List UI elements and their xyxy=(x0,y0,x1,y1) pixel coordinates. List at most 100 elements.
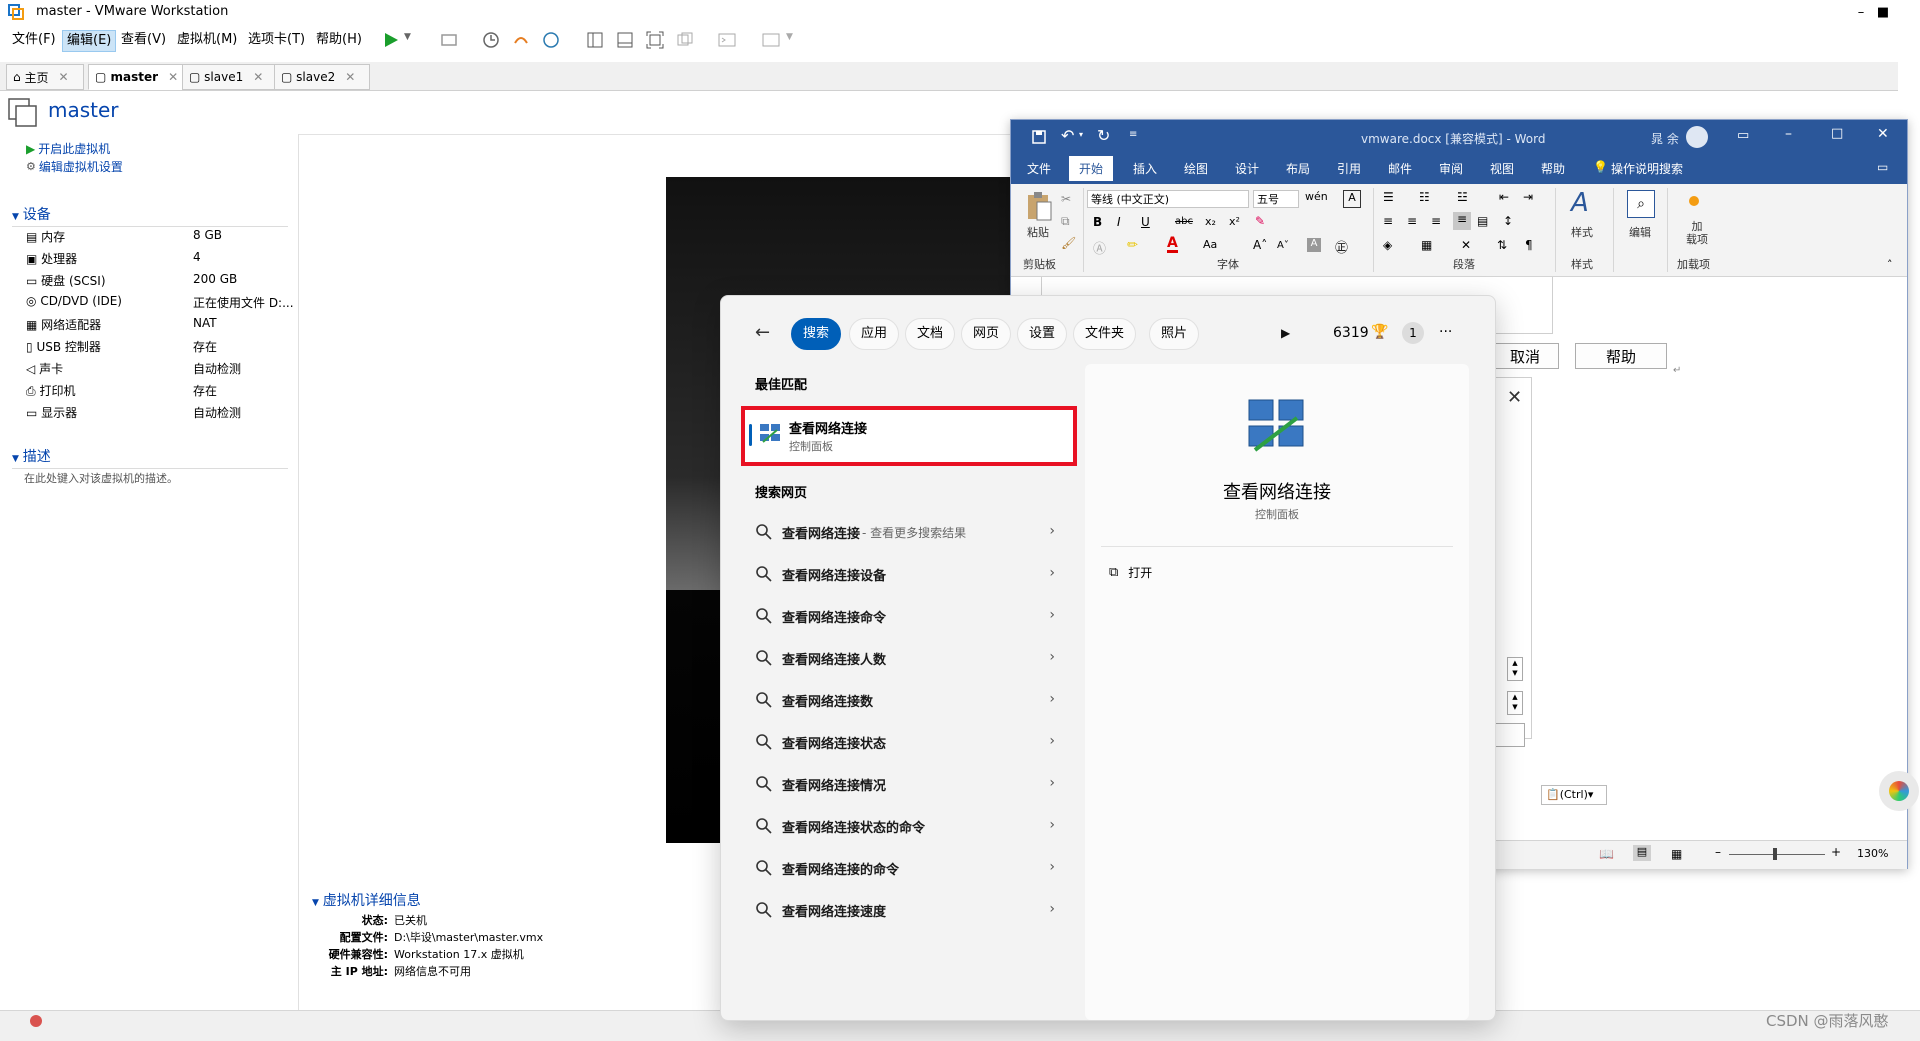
align-right-icon[interactable]: ≡ xyxy=(1431,214,1441,228)
save-icon[interactable] xyxy=(1031,129,1047,145)
user-name[interactable]: 晁 余 xyxy=(1651,130,1679,147)
filter-apps[interactable]: 应用 xyxy=(849,318,900,350)
zoom-slider-thumb[interactable] xyxy=(1773,848,1777,860)
numbering-icon[interactable]: ☷ xyxy=(1419,190,1430,204)
send-keys-icon[interactable] xyxy=(440,32,458,48)
avatar[interactable] xyxy=(1686,126,1708,148)
power-on-vm-link[interactable]: ▶ 开启此虚拟机 xyxy=(26,140,110,157)
addins-label[interactable]: 加 载项 xyxy=(1685,220,1709,246)
sort-icon[interactable]: ⇅ xyxy=(1497,238,1507,252)
filter-photos[interactable]: 照片 xyxy=(1149,318,1200,350)
shrink-font-icon[interactable]: A˅ xyxy=(1277,240,1289,251)
tab-slave2[interactable]: ▢ slave2 ✕ xyxy=(274,64,370,90)
tab-close-icon[interactable]: ✕ xyxy=(168,70,178,84)
web-result-item[interactable]: 查看网络连接情况 › xyxy=(743,764,1067,804)
editing-label[interactable]: 编辑 xyxy=(1629,224,1651,240)
borders-icon[interactable]: ▦ xyxy=(1421,238,1432,252)
revert-snapshot-icon[interactable] xyxy=(512,31,530,49)
library-view-icon[interactable] xyxy=(586,31,604,49)
tell-me-search[interactable]: 操作说明搜索 xyxy=(1611,160,1683,177)
tab-master[interactable]: ▢ master ✕ xyxy=(88,64,188,90)
format-painter-icon[interactable]: 🖌 xyxy=(1061,236,1076,250)
help-button[interactable]: 帮助 xyxy=(1575,343,1667,369)
tab-help[interactable]: 帮助 xyxy=(1541,160,1565,177)
snapshot-icon[interactable] xyxy=(482,31,500,49)
increase-indent-icon[interactable]: ⇥ xyxy=(1523,190,1533,204)
menu-file[interactable]: 文件(F) xyxy=(8,30,60,50)
styles-label[interactable]: 样式 xyxy=(1571,224,1593,240)
addin-icon[interactable] xyxy=(1689,196,1699,206)
styles-icon[interactable]: A xyxy=(1571,188,1589,218)
font-color-icon[interactable]: A xyxy=(1167,236,1178,253)
tab-close-icon[interactable]: ✕ xyxy=(345,70,355,84)
grow-font-icon[interactable]: A˄ xyxy=(1253,238,1267,252)
cancel-button[interactable]: 取消 xyxy=(1491,343,1559,369)
tab-file[interactable]: 文件 xyxy=(1027,160,1051,177)
font-name-select[interactable]: 等线 (中文正文) xyxy=(1087,190,1249,208)
enclosed-char-icon[interactable]: ㊣ xyxy=(1335,237,1348,256)
tab-design[interactable]: 设计 xyxy=(1235,160,1259,177)
distributed-icon[interactable]: ▤ xyxy=(1477,214,1488,228)
device-display[interactable]: ▭ 显示器 xyxy=(26,404,77,421)
underline-button[interactable]: U xyxy=(1141,215,1150,229)
web-result-item[interactable]: 查看网络连接人数 › xyxy=(743,638,1067,678)
superscript-button[interactable]: x² xyxy=(1229,215,1240,228)
thumbnail-view-icon[interactable] xyxy=(616,31,634,49)
shading-icon[interactable]: ◈ xyxy=(1383,238,1392,252)
web-result-item[interactable]: 查看网络连接设备 › xyxy=(743,554,1067,594)
notification-badge[interactable]: 1 xyxy=(1402,322,1424,344)
web-result-item[interactable]: 查看网络连接速度 › xyxy=(743,890,1067,930)
italic-button[interactable]: I xyxy=(1117,215,1121,229)
print-layout-icon[interactable]: ▤ xyxy=(1633,845,1651,861)
device-hard-disk[interactable]: ▭ 硬盘 (SCSI) xyxy=(26,272,106,289)
best-match-item[interactable]: 查看网络连接 控制面板 xyxy=(741,406,1077,466)
multilevel-list-icon[interactable]: ☳ xyxy=(1457,190,1468,204)
ribbon-display-icon[interactable]: ▭ xyxy=(1737,128,1749,143)
tab-slave1[interactable]: ▢ slave1 ✕ xyxy=(182,64,278,90)
zoom-out-button[interactable]: – xyxy=(1715,845,1721,859)
dialog-close-icon[interactable]: ✕ xyxy=(1507,387,1522,408)
tab-review[interactable]: 审阅 xyxy=(1439,160,1463,177)
power-dropdown-icon[interactable]: ▼ xyxy=(404,32,411,42)
description-input[interactable]: 在此处键入对该虚拟机的描述。 xyxy=(24,470,178,486)
chinese-layout-icon[interactable]: ✕ xyxy=(1461,238,1471,252)
snapshot-manager-icon[interactable] xyxy=(542,31,560,49)
spin-button[interactable]: ▲ ▼ xyxy=(1507,691,1523,715)
device-usb[interactable]: ▯ USB 控制器 xyxy=(26,338,101,355)
phonetic-guide-icon[interactable]: wén xyxy=(1305,190,1328,203)
change-case-icon[interactable]: Aa xyxy=(1203,238,1217,251)
subscript-button[interactable]: x₂ xyxy=(1205,215,1216,228)
char-border-icon[interactable]: A xyxy=(1343,190,1361,208)
tab-layout[interactable]: 布局 xyxy=(1286,160,1310,177)
align-left-icon[interactable]: ≡ xyxy=(1383,214,1393,228)
char-shading-icon[interactable]: A xyxy=(1307,238,1321,252)
tab-home[interactable]: ⌂ 主页 ✕ xyxy=(6,64,84,90)
menu-view[interactable]: 查看(V) xyxy=(117,30,170,50)
more-options-icon[interactable]: ··· xyxy=(1439,324,1452,340)
undo-dropdown-icon[interactable]: ▾ xyxy=(1079,130,1083,139)
filter-documents[interactable]: 文档 xyxy=(905,318,956,350)
dialog-input[interactable] xyxy=(1491,723,1525,747)
tab-close-icon[interactable]: ✕ xyxy=(58,70,68,84)
device-memory[interactable]: ▤ 内存 xyxy=(26,228,65,245)
tab-home[interactable]: 开始 xyxy=(1069,156,1114,181)
copy-icon[interactable]: ⧉ xyxy=(1061,214,1070,229)
align-center-icon[interactable]: ≡ xyxy=(1407,214,1417,228)
web-result-item[interactable]: 查看网络连接状态的命令 › xyxy=(743,806,1067,846)
word-maximize-button[interactable]: □ xyxy=(1831,126,1843,141)
paste-options-button[interactable]: 📋(Ctrl)▾ xyxy=(1541,785,1607,805)
web-result-item[interactable]: 查看网络连接数 › xyxy=(743,680,1067,720)
collapse-ribbon-icon[interactable]: ˄ xyxy=(1887,258,1893,271)
web-result-item[interactable]: 查看网络连接命令 › xyxy=(743,596,1067,636)
justify-icon[interactable]: ≡ xyxy=(1453,212,1471,230)
devices-section-header[interactable]: ▼ 设备 xyxy=(12,204,288,227)
zoom-slider[interactable] xyxy=(1729,854,1825,855)
menu-help[interactable]: 帮助(H) xyxy=(312,30,366,50)
tab-mailings[interactable]: 邮件 xyxy=(1388,160,1412,177)
tab-close-icon[interactable]: ✕ xyxy=(253,70,263,84)
redo-icon[interactable]: ↻ xyxy=(1097,126,1110,145)
filter-folders[interactable]: 文件夹 xyxy=(1073,318,1137,350)
tab-insert[interactable]: 插入 xyxy=(1133,160,1157,177)
tab-references[interactable]: 引用 xyxy=(1337,160,1361,177)
highlight-color-icon[interactable]: ✏ xyxy=(1127,238,1138,253)
